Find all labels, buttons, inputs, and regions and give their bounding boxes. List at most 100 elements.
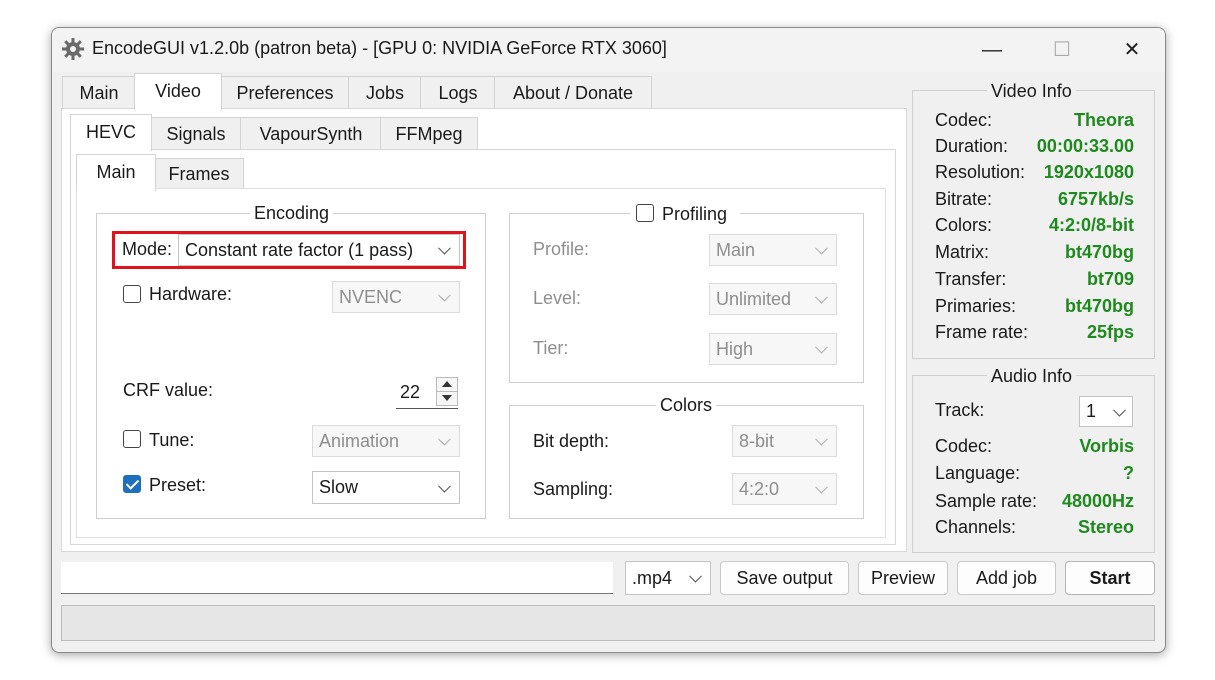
video-info-label: Duration: bbox=[935, 136, 1009, 156]
bit-depth-select[interactable]: 8-bit bbox=[732, 425, 837, 457]
close-button[interactable]: ✕ bbox=[1097, 28, 1165, 72]
chevron-down-icon bbox=[815, 290, 828, 304]
output-path-input[interactable] bbox=[61, 562, 613, 594]
crf-spinbox[interactable]: 22 bbox=[396, 376, 458, 409]
chevron-down-icon bbox=[438, 241, 451, 255]
save-output-button[interactable]: Save output bbox=[720, 561, 849, 595]
hardware-select-value: NVENC bbox=[339, 287, 403, 307]
tab-signals[interactable]: Signals bbox=[150, 117, 242, 150]
track-select[interactable]: 1 bbox=[1079, 396, 1133, 427]
audio-info-label: Language: bbox=[935, 463, 1021, 483]
hardware-select[interactable]: NVENC bbox=[332, 281, 460, 313]
video-info-label: Matrix: bbox=[935, 242, 989, 262]
crf-label: CRF value: bbox=[123, 380, 214, 400]
video-info-value: bt470bg bbox=[1064, 242, 1134, 262]
video-info-label: Bitrate: bbox=[935, 189, 993, 209]
tune-select-value: Animation bbox=[319, 431, 400, 451]
chevron-down-icon bbox=[438, 432, 451, 446]
profile-select[interactable]: Main bbox=[709, 234, 837, 266]
start-button[interactable]: Start bbox=[1065, 561, 1155, 595]
tune-label: Tune: bbox=[149, 430, 195, 450]
video-info-group: Video Info Codec: Theora Duration: 00:00:33… bbox=[912, 81, 1155, 359]
level-select[interactable]: Unlimited bbox=[709, 283, 837, 315]
gear-icon bbox=[62, 38, 84, 60]
tab-preferences[interactable]: Preferences bbox=[220, 76, 350, 109]
audio-info-group: Audio Info Track: 1 Codec: Vorbis Language… bbox=[912, 366, 1155, 553]
video-info-label: Codec: bbox=[935, 110, 993, 130]
preset-checkbox[interactable] bbox=[123, 475, 141, 493]
tier-select[interactable]: High bbox=[709, 333, 837, 365]
profiling-legend: Profiling bbox=[630, 202, 740, 226]
video-info-value: bt470bg bbox=[1064, 296, 1134, 316]
spin-up-button[interactable] bbox=[436, 377, 458, 392]
video-info-value: 00:00:33.00 bbox=[1036, 136, 1134, 156]
video-info-label: Frame rate: bbox=[935, 322, 1029, 342]
video-info-value: 1920x1080 bbox=[1043, 162, 1134, 182]
app-window: EncodeGUI v1.2.0b (patron beta) - [GPU 0… bbox=[51, 27, 1166, 653]
sampling-select[interactable]: 4:2:0 bbox=[732, 473, 837, 505]
level-select-value: Unlimited bbox=[716, 289, 792, 309]
tab-jobs[interactable]: Jobs bbox=[348, 76, 422, 109]
video-info-label: Colors: bbox=[935, 215, 993, 235]
audio-info-value: Vorbis bbox=[1079, 436, 1134, 456]
video-info-label: Resolution: bbox=[935, 162, 1026, 182]
audio-info-value: Stereo bbox=[1077, 517, 1134, 537]
maximize-button[interactable]: ☐ bbox=[1027, 28, 1097, 72]
video-info-label: Transfer: bbox=[935, 269, 1007, 289]
preset-select[interactable]: Slow bbox=[312, 471, 460, 504]
preset-select-value: Slow bbox=[319, 477, 359, 497]
tab-about-donate[interactable]: About / Donate bbox=[494, 76, 652, 109]
video-info-value: Theora bbox=[1073, 110, 1134, 130]
tab-logs[interactable]: Logs bbox=[420, 76, 496, 109]
audio-info-value: 48000Hz bbox=[1061, 491, 1134, 511]
hardware-checkbox[interactable] bbox=[123, 285, 141, 303]
tab-hevc[interactable]: HEVC bbox=[70, 114, 152, 151]
mode-select-value: Constant rate factor (1 pass) bbox=[185, 240, 414, 260]
tab-vapoursynth[interactable]: VapourSynth bbox=[240, 117, 382, 150]
profile-select-value: Main bbox=[716, 240, 756, 260]
tab-sub-main[interactable]: Main bbox=[76, 154, 156, 191]
profiling-checkbox[interactable] bbox=[636, 204, 654, 222]
video-info-title: Video Info bbox=[987, 81, 1076, 102]
profile-label: Profile: bbox=[533, 239, 590, 259]
tab-video[interactable]: Video bbox=[134, 73, 222, 110]
chevron-down-icon bbox=[815, 241, 828, 255]
chevron-down-icon bbox=[438, 479, 451, 493]
chevron-down-icon bbox=[815, 480, 828, 494]
preview-button[interactable]: Preview bbox=[858, 561, 948, 595]
sampling-label: Sampling: bbox=[533, 479, 614, 499]
chevron-down-icon bbox=[438, 288, 451, 302]
audio-info-label: Codec: bbox=[935, 436, 993, 456]
bit-depth-select-value: 8-bit bbox=[739, 431, 775, 451]
mode-label: Mode: bbox=[122, 239, 173, 259]
video-info-label: Primaries: bbox=[935, 296, 1017, 316]
window-title: EncodeGUI v1.2.0b (patron beta) - [GPU 0… bbox=[92, 38, 667, 58]
tune-checkbox[interactable] bbox=[123, 430, 141, 448]
audio-info-value: ? bbox=[1123, 463, 1134, 483]
tab-frames[interactable]: Frames bbox=[154, 158, 244, 190]
tune-select[interactable]: Animation bbox=[312, 425, 460, 457]
audio-info-title: Audio Info bbox=[987, 366, 1077, 387]
container-select[interactable]: .mp4 bbox=[625, 561, 711, 595]
colors-legend: Colors bbox=[656, 395, 717, 416]
tab-ffmpeg[interactable]: FFMpeg bbox=[380, 117, 478, 150]
title-bar: EncodeGUI v1.2.0b (patron beta) - [GPU 0… bbox=[52, 28, 1165, 72]
tier-label: Tier: bbox=[533, 338, 569, 358]
spin-down-button[interactable] bbox=[436, 391, 458, 406]
container-select-value: .mp4 bbox=[632, 568, 673, 588]
level-label: Level: bbox=[533, 288, 582, 308]
chevron-down-icon bbox=[815, 340, 828, 354]
add-job-button[interactable]: Add job bbox=[957, 561, 1056, 595]
mode-select[interactable]: Constant rate factor (1 pass) bbox=[178, 234, 460, 266]
triangle-down-icon bbox=[442, 395, 452, 401]
triangle-up-icon bbox=[442, 381, 452, 387]
hardware-label: Hardware: bbox=[149, 284, 233, 304]
sampling-select-value: 4:2:0 bbox=[739, 479, 780, 499]
chevron-down-icon bbox=[689, 569, 702, 583]
track-select-value: 1 bbox=[1086, 401, 1097, 421]
minimize-button[interactable]: — bbox=[957, 28, 1027, 72]
audio-info-label: Sample rate: bbox=[935, 491, 1038, 511]
preset-label: Preset: bbox=[149, 475, 207, 495]
crf-value: 22 bbox=[400, 382, 421, 402]
tab-main[interactable]: Main bbox=[62, 76, 136, 109]
